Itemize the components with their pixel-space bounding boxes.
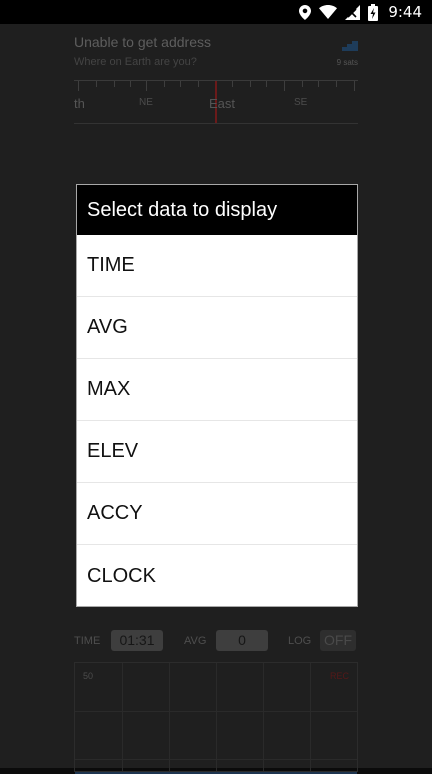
compass-label: NE: [139, 97, 153, 108]
battery-icon: [368, 3, 379, 21]
signal-graph: 50 REC: [74, 662, 358, 774]
compass-label: th: [74, 96, 85, 111]
option-avg[interactable]: AVG: [77, 297, 357, 359]
compass-strip: th NE East SE: [74, 80, 358, 124]
address-subtitle: Where on Earth are you?: [74, 56, 197, 68]
satellite-bars-icon: [342, 38, 358, 56]
option-max[interactable]: MAX: [77, 359, 357, 421]
avg-label: AVG: [184, 635, 207, 647]
option-time[interactable]: TIME: [77, 235, 357, 297]
time-label: TIME: [74, 635, 101, 647]
time-value[interactable]: 01:31: [111, 630, 163, 651]
dialog-title: Select data to display: [87, 198, 278, 221]
log-toggle[interactable]: OFF: [320, 630, 356, 651]
avg-value[interactable]: 0: [216, 630, 268, 651]
select-data-dialog: Select data to display TIME AVG MAX ELEV…: [76, 184, 358, 607]
stats-row: TIME 01:31 AVG 0 LOG OFF: [74, 626, 358, 656]
signal-icon: [345, 4, 361, 20]
rec-indicator: REC: [329, 671, 349, 681]
option-clock[interactable]: CLOCK: [77, 545, 357, 606]
log-label: LOG: [288, 635, 312, 647]
wifi-icon: [319, 5, 338, 19]
compass-label: East: [209, 96, 236, 111]
dialog-header: Select data to display: [77, 185, 357, 235]
location-icon: [299, 4, 312, 20]
status-time: 9:44: [388, 3, 422, 21]
status-bar: 9:44: [0, 0, 432, 24]
option-elev[interactable]: ELEV: [77, 421, 357, 483]
option-accy[interactable]: ACCY: [77, 483, 357, 545]
graph-max-label: 50: [83, 671, 94, 681]
compass-label: SE: [294, 97, 308, 108]
sats-count: 9 sats: [336, 58, 358, 67]
address-title: Unable to get address: [74, 34, 211, 50]
